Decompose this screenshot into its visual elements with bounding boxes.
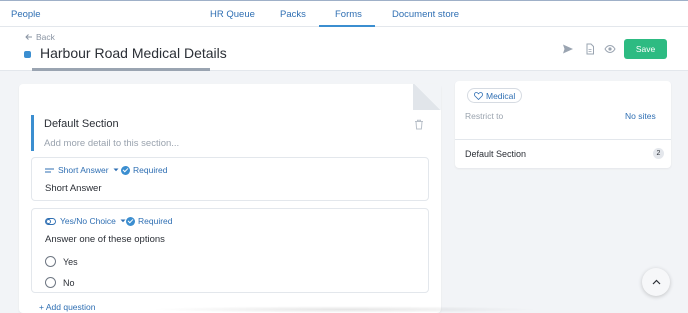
tab-hr-queue[interactable]: HR Queue [210,9,255,20]
required-label: Required [133,165,168,175]
restrict-sites-link[interactable]: No sites [625,111,656,121]
required-label: Required [138,216,173,226]
short-answer-icon [45,168,54,172]
question-label[interactable]: Answer one of these options [45,234,165,245]
tab-packs[interactable]: Packs [280,9,306,20]
option-label: No [63,277,75,288]
section-title[interactable]: Default Section [44,118,119,130]
restrict-label: Restrict to [465,111,504,121]
heart-icon [474,91,483,100]
question-count-badge: 2 [653,148,664,159]
page-title[interactable]: Harbour Road Medical Details [40,45,227,61]
required-toggle[interactable]: Required [121,165,168,175]
option-label: Yes [63,256,78,267]
section-list-item[interactable]: Default Section [465,149,526,159]
chevron-down-icon [113,168,119,172]
chevron-up-icon [652,279,660,285]
eye-icon[interactable] [604,43,616,55]
scroll-shadow [150,306,540,313]
question-card-yes-no[interactable]: Yes/No Choice Required Answer one of the… [31,208,429,293]
question-card-short-answer[interactable]: Short Answer Required Short Answer [31,157,429,201]
form-color-dot [24,51,31,58]
top-nav: People HR Queue Packs Forms Document sto… [0,0,688,27]
question-label[interactable]: Short Answer [45,183,102,194]
tab-document-store[interactable]: Document store [392,9,459,20]
category-label: Medical [486,90,516,101]
option-no[interactable]: No [45,277,75,288]
add-question-link[interactable]: + Add question [39,302,95,312]
category-badge[interactable]: Medical [467,88,523,103]
document-icon[interactable] [584,43,596,55]
send-icon[interactable] [562,43,574,55]
option-yes[interactable]: Yes [45,256,78,267]
check-circle-icon [126,216,135,226]
radio-button[interactable] [45,256,56,267]
required-toggle[interactable]: Required [126,216,173,226]
page-corner-fold [413,84,441,110]
radio-button[interactable] [45,277,56,288]
tab-forms[interactable]: Forms [335,9,362,20]
question-type-dropdown[interactable]: Short Answer [45,165,119,175]
form-header: Back Harbour Road Medical Details Save [0,27,688,71]
trash-icon[interactable] [414,119,424,130]
toggle-icon [45,217,56,225]
back-label: Back [36,32,55,42]
section-description-input[interactable]: Add more detail to this section... [44,138,179,149]
title-underline [32,68,210,71]
back-link[interactable]: Back [25,32,55,42]
save-button[interactable]: Save [624,39,667,59]
nav-tabs: HR Queue Packs Forms Document store [0,1,688,27]
question-type-label: Yes/No Choice [60,216,116,226]
divider [455,139,671,140]
question-type-label: Short Answer [58,165,109,175]
question-type-dropdown[interactable]: Yes/No Choice [45,216,126,226]
arrow-left-icon [25,34,32,40]
section-accent-bar [31,115,34,151]
scroll-top-button[interactable] [642,268,670,296]
check-circle-icon [121,165,130,175]
